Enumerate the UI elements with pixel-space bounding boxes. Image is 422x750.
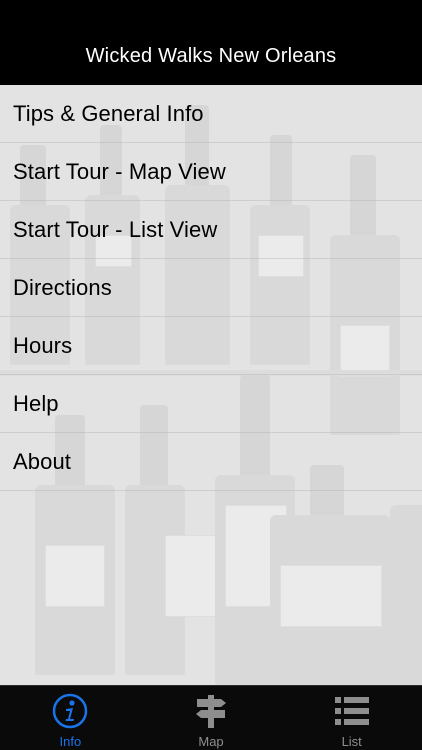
menu-item-label: Start Tour - List View [13,216,218,242]
menu-item-label: Tips & General Info [13,100,204,126]
navigation-bar: Wicked Walks New Orleans [0,0,422,85]
tab-bar: Info Map List [0,685,422,750]
menu-item-help[interactable]: Help [0,375,422,433]
menu-item-hours[interactable]: Hours [0,317,422,375]
menu-item-tips-general-info[interactable]: Tips & General Info [0,85,422,143]
info-icon [50,692,90,730]
tab-label: List [341,734,362,749]
menu-item-start-tour-map-view[interactable]: Start Tour - Map View [0,143,422,201]
tab-label: Map [198,734,224,749]
menu-item-label: Help [13,390,59,416]
page-title: Wicked Walks New Orleans [85,45,337,67]
menu-item-label: About [13,448,71,474]
list-icon [332,692,372,730]
tab-info[interactable]: Info [0,686,141,750]
tab-label: Info [59,734,82,749]
menu-item-label: Hours [13,332,73,358]
menu-item-directions[interactable]: Directions [0,259,422,317]
signpost-icon [191,692,231,730]
main-content: Tips & General Info Start Tour - Map Vie… [0,85,422,685]
main-menu: Tips & General Info Start Tour - Map Vie… [0,85,422,491]
tab-list[interactable]: List [281,686,422,750]
menu-item-about[interactable]: About [0,433,422,491]
tab-map[interactable]: Map [141,686,282,750]
menu-item-label: Directions [13,274,112,300]
menu-item-label: Start Tour - Map View [13,158,226,184]
menu-item-start-tour-list-view[interactable]: Start Tour - List View [0,201,422,259]
